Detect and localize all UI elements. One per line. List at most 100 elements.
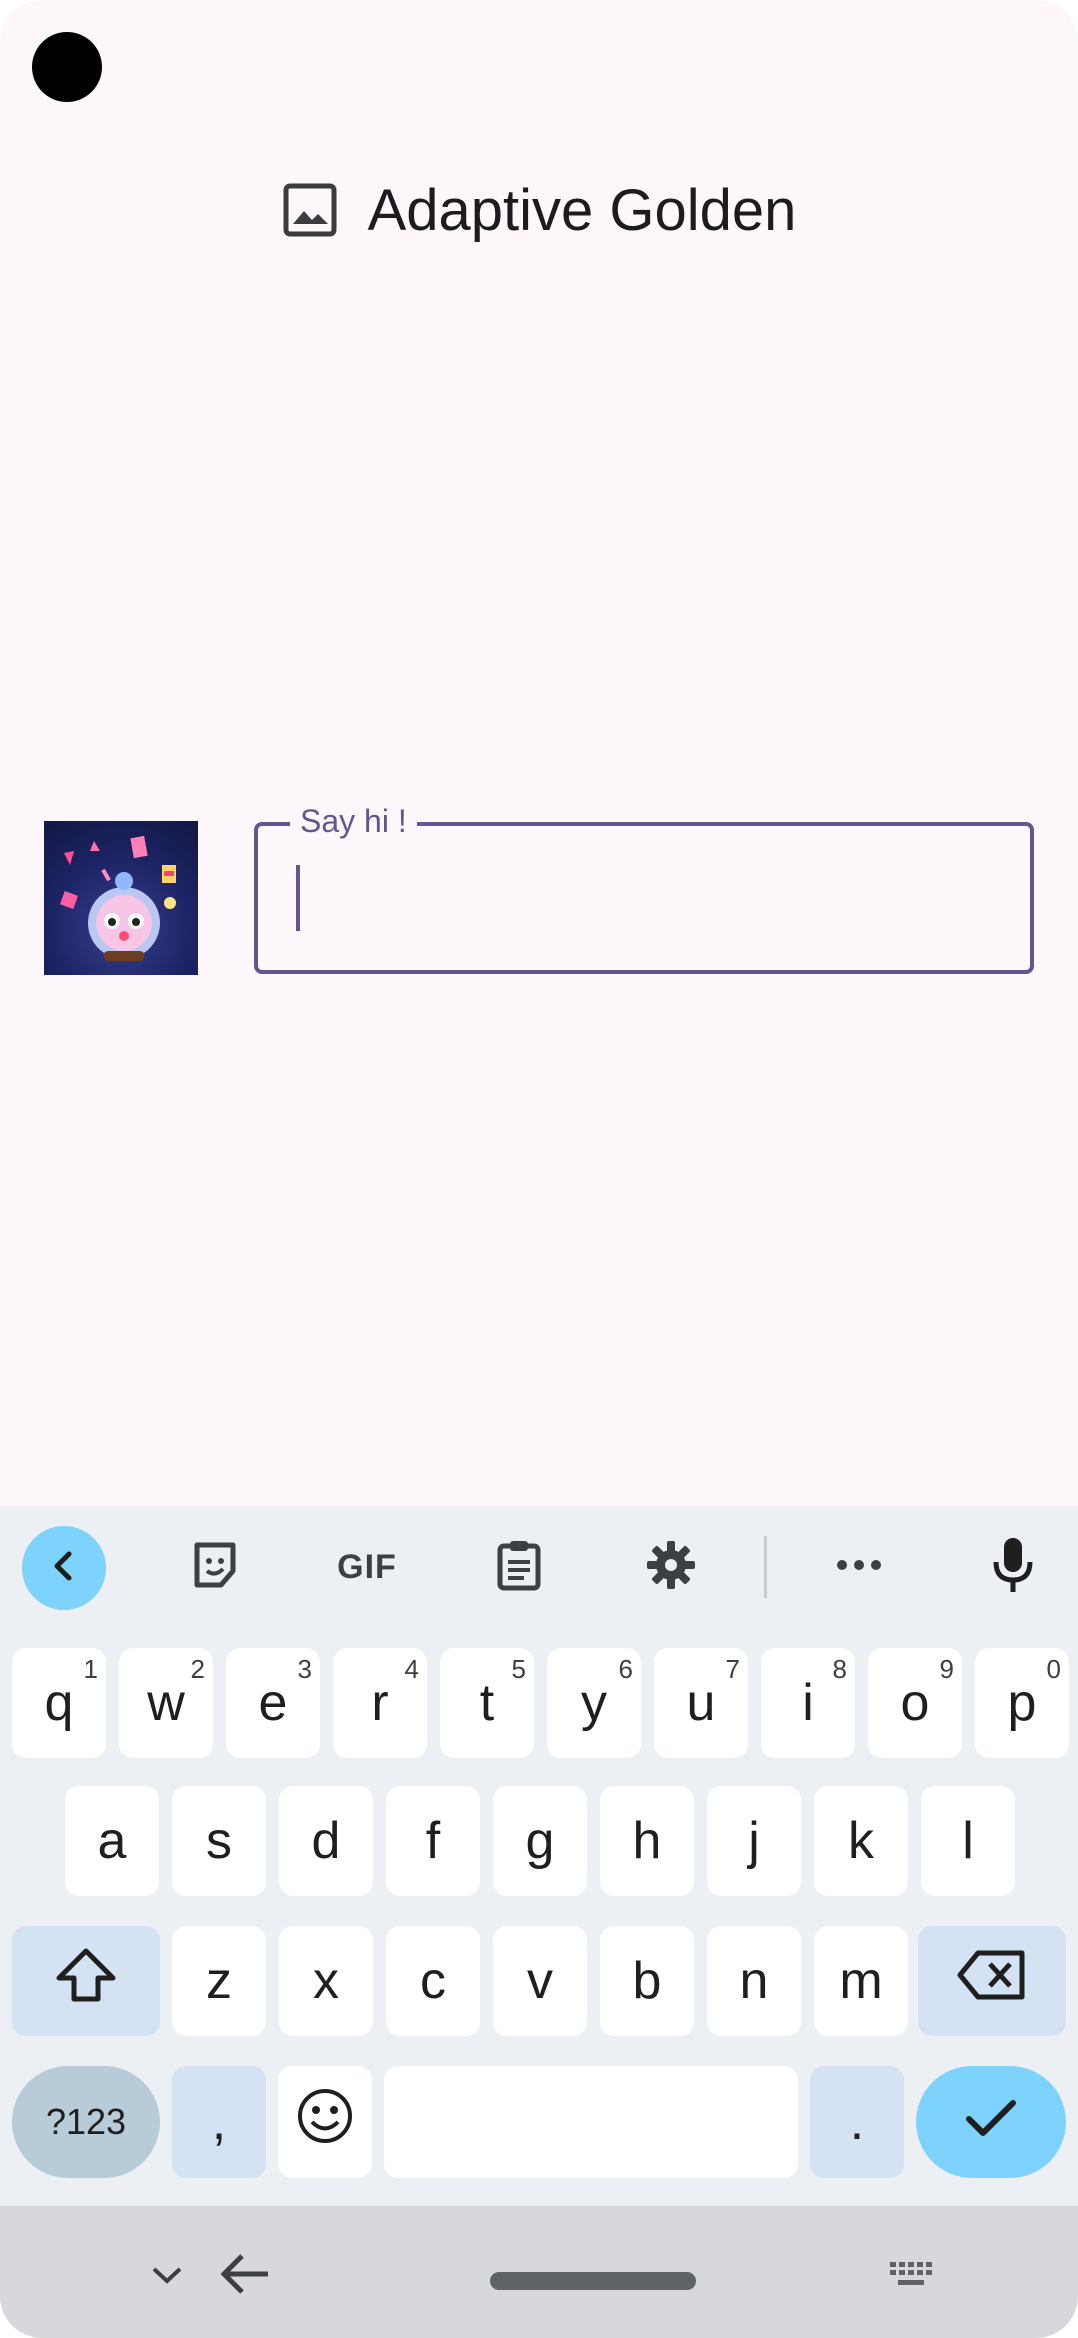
page-title: Adaptive Golden	[367, 177, 797, 243]
key-hint: 5	[511, 1654, 526, 1684]
key-hint: 0	[1046, 1654, 1061, 1684]
key-hint: 1	[83, 1654, 98, 1684]
key-v[interactable]: v	[493, 1926, 587, 2036]
key-s[interactable]: s	[172, 1786, 266, 1896]
key-label: l	[962, 1812, 974, 1870]
emoji-icon	[296, 2087, 354, 2158]
soft-keyboard: GIF q 1 w 2 e 3 r 4 t 5 y 6 u 7 i 8 o 9 …	[0, 1506, 1078, 2206]
key-label: m	[839, 1952, 883, 2010]
key-label: n	[739, 1952, 769, 2010]
more-horizontal-icon	[836, 1558, 882, 1576]
mic-icon	[991, 1536, 1035, 1599]
keyboard-toolbar: GIF	[0, 1506, 1078, 1624]
key-r[interactable]: r4	[333, 1648, 427, 1758]
key-o[interactable]: o9	[868, 1648, 962, 1758]
more-button[interactable]	[824, 1536, 894, 1598]
space-key[interactable]	[384, 2066, 798, 2178]
key-label: x	[313, 1952, 339, 2010]
screen: Adaptive Golden Say hi ! GIF q 1 w 2 e 3…	[0, 0, 1078, 2338]
home-gesture-pill[interactable]	[490, 2272, 696, 2290]
key-p[interactable]: p0	[975, 1648, 1069, 1758]
gif-label: GIF	[337, 1547, 397, 1586]
key-label: w	[147, 1674, 185, 1732]
key-hint: 7	[725, 1654, 740, 1684]
period-key[interactable]: .	[810, 2066, 904, 2178]
key-b[interactable]: b	[600, 1926, 694, 2036]
key-label: z	[206, 1952, 232, 2010]
check-icon	[964, 2092, 1018, 2152]
key-label: b	[632, 1952, 662, 2010]
key-hint: 9	[939, 1654, 954, 1684]
enter-key[interactable]	[916, 2066, 1066, 2178]
key-hint: 8	[832, 1654, 847, 1684]
key-g[interactable]: g	[493, 1786, 587, 1896]
text-caret	[296, 865, 300, 931]
key-label: h	[632, 1812, 662, 1870]
key-w[interactable]: w2	[119, 1648, 213, 1758]
gear-icon	[645, 1539, 697, 1596]
key-label: y	[581, 1674, 607, 1732]
sticker-icon	[189, 1539, 241, 1596]
key-label: a	[97, 1812, 127, 1870]
key-n[interactable]: n	[707, 1926, 801, 2036]
camera-cutout	[32, 32, 102, 102]
say-hi-input[interactable]	[254, 822, 1034, 974]
emoji-key[interactable]	[278, 2066, 372, 2178]
key-t[interactable]: t5	[440, 1648, 534, 1758]
app-title-row: Adaptive Golden	[0, 170, 1078, 250]
key-label: r	[371, 1674, 389, 1732]
shift-key[interactable]	[12, 1926, 160, 2036]
key-q[interactable]: q1	[12, 1648, 106, 1758]
keyboard-icon[interactable]	[888, 2260, 934, 2295]
key-k[interactable]: k	[814, 1786, 908, 1896]
arrow-left-icon[interactable]	[220, 2252, 270, 2301]
key-z[interactable]: z	[172, 1926, 266, 2036]
key-y[interactable]: y6	[547, 1648, 641, 1758]
sticker-button[interactable]	[180, 1536, 250, 1598]
key-label: f	[425, 1812, 441, 1870]
key-d[interactable]: d	[279, 1786, 373, 1896]
key-x[interactable]: x	[279, 1926, 373, 2036]
symbols-key[interactable]: ?123	[12, 2066, 160, 2178]
key-hint: 6	[618, 1654, 633, 1684]
say-hi-input-label: Say hi !	[290, 803, 417, 840]
key-hint: 3	[297, 1654, 312, 1684]
toolbar-divider	[764, 1536, 767, 1598]
key-e[interactable]: e3	[226, 1648, 320, 1758]
key-j[interactable]: j	[707, 1786, 801, 1896]
clipboard-icon	[494, 1538, 544, 1597]
key-m[interactable]: m	[814, 1926, 908, 2036]
backspace-key[interactable]	[918, 1926, 1066, 2036]
chevron-left-icon	[44, 1546, 84, 1591]
comma-key[interactable]: ,	[172, 2066, 266, 2178]
backspace-icon	[956, 1949, 1028, 2014]
key-label: q	[44, 1674, 74, 1732]
key-label: j	[748, 1812, 760, 1870]
key-label: p	[1007, 1674, 1037, 1732]
image-icon	[282, 182, 338, 238]
key-label: t	[479, 1674, 495, 1732]
key-a[interactable]: a	[65, 1786, 159, 1896]
key-label: c	[420, 1952, 446, 2010]
key-i[interactable]: i8	[761, 1648, 855, 1758]
settings-button[interactable]	[636, 1536, 706, 1598]
key-f[interactable]: f	[386, 1786, 480, 1896]
key-label: k	[848, 1812, 874, 1870]
navigation-bar	[0, 2206, 1078, 2338]
chevron-down-icon[interactable]	[150, 2264, 184, 2291]
key-hint: 2	[190, 1654, 205, 1684]
keyboard-back-button[interactable]	[22, 1526, 106, 1610]
key-h[interactable]: h	[600, 1786, 694, 1896]
key-u[interactable]: u7	[654, 1648, 748, 1758]
key-label: o	[900, 1674, 930, 1732]
clipboard-button[interactable]	[484, 1536, 554, 1598]
key-label: v	[527, 1952, 553, 2010]
key-label: g	[525, 1812, 555, 1870]
key-label: d	[311, 1812, 341, 1870]
key-hint: 4	[404, 1654, 419, 1684]
key-c[interactable]: c	[386, 1926, 480, 2036]
key-l[interactable]: l	[921, 1786, 1015, 1896]
key-label: e	[258, 1674, 288, 1732]
gif-button[interactable]: GIF	[324, 1536, 410, 1598]
voice-input-button[interactable]	[978, 1532, 1048, 1602]
